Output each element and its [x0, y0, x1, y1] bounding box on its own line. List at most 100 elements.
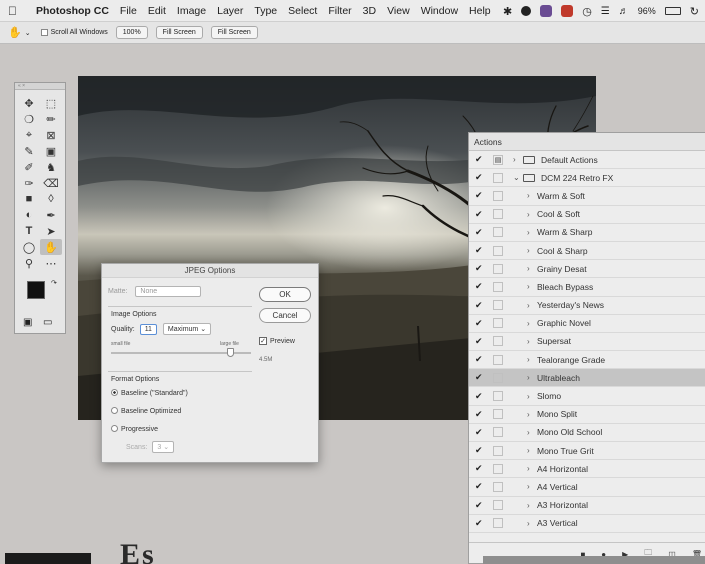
checkmark-icon[interactable]: ✔: [475, 245, 487, 256]
chevron-right-icon[interactable]: ›: [527, 373, 537, 382]
chevron-right-icon[interactable]: ›: [527, 482, 537, 491]
preview-checkbox-row[interactable]: ✓ Preview: [259, 337, 295, 345]
checkmark-icon[interactable]: ✔: [475, 209, 487, 220]
frame-tool-icon[interactable]: ⊠: [40, 127, 62, 143]
chevron-right-icon[interactable]: ›: [527, 464, 537, 473]
baseline-standard-radio[interactable]: Baseline ("Standard"): [111, 389, 188, 397]
action-row[interactable]: ✔ › Graphic Novel: [469, 315, 705, 333]
checkmark-icon[interactable]: ✔: [475, 409, 487, 420]
apple-icon[interactable]: : [8, 4, 22, 18]
path-select-tool-icon[interactable]: ➤: [40, 223, 62, 239]
action-row[interactable]: ✔ › Ultrableach: [469, 369, 705, 388]
actions-panel-title[interactable]: Actions: [469, 133, 705, 151]
crop-tool-icon[interactable]: ⌖: [18, 127, 40, 143]
action-row[interactable]: ✔ › Cool & Soft: [469, 206, 705, 224]
fit-screen-button[interactable]: Fill Screen: [155, 26, 203, 39]
action-row[interactable]: ✔ › Supersat: [469, 333, 705, 352]
dialog-toggle-box[interactable]: [493, 391, 503, 402]
marquee-tool-icon[interactable]: ⬚: [40, 95, 62, 111]
dialog-toggle-box[interactable]: [493, 500, 503, 511]
dialog-toggle-box[interactable]: [493, 354, 503, 365]
checkmark-icon[interactable]: ✔: [475, 500, 487, 511]
action-row[interactable]: ✔ › Grainy Desat: [469, 260, 705, 279]
checkmark-icon[interactable]: ✔: [475, 154, 487, 165]
checkmark-icon[interactable]: ✔: [475, 190, 487, 201]
scans-select[interactable]: 3 ⌄: [152, 441, 175, 453]
chevron-right-icon[interactable]: ›: [527, 428, 537, 437]
dialog-toggle-box[interactable]: [493, 427, 503, 438]
checkmark-icon[interactable]: ✔: [475, 227, 487, 238]
chevron-right-icon[interactable]: ›: [527, 210, 537, 219]
extension-icon[interactable]: ✱: [503, 5, 512, 18]
more-tools-icon[interactable]: ⋯: [40, 255, 62, 271]
pen-tool-icon[interactable]: ✒: [40, 207, 62, 223]
chevron-right-icon[interactable]: ›: [527, 410, 537, 419]
ok-button[interactable]: OK: [259, 287, 311, 302]
eyedropper-tool-icon[interactable]: ✎: [18, 143, 40, 159]
move-tool-icon[interactable]: ✥: [18, 95, 40, 111]
menu-file[interactable]: File: [120, 5, 137, 17]
checkmark-icon[interactable]: ✔: [475, 354, 487, 365]
wifi-icon[interactable]: ☰: [601, 6, 610, 17]
scroll-all-windows-checkbox[interactable]: Scroll All Windows: [40, 29, 108, 36]
screen-mode-icon[interactable]: ▭: [43, 317, 52, 328]
brush-tool-icon[interactable]: ✐: [18, 159, 40, 175]
dialog-toggle-box[interactable]: [493, 409, 503, 420]
dialog-toggle-box[interactable]: [493, 445, 503, 456]
zoom-100-button[interactable]: 100%: [115, 26, 148, 39]
dialog-toggle-box[interactable]: [493, 372, 503, 383]
time-machine-icon[interactable]: ◷: [582, 5, 592, 18]
checkmark-icon[interactable]: ✔: [475, 427, 487, 438]
menu-view[interactable]: View: [387, 5, 410, 17]
menu-3d[interactable]: 3D: [363, 5, 376, 17]
action-row[interactable]: ✔ › Mono Split: [469, 406, 705, 424]
dialog-toggle-box[interactable]: [493, 190, 503, 201]
dialog-toggle-box[interactable]: [493, 481, 503, 492]
mail-icon[interactable]: [540, 5, 553, 17]
chevron-right-icon[interactable]: ›: [527, 319, 537, 328]
quality-slider-thumb[interactable]: [227, 348, 234, 357]
action-row[interactable]: ✔ › Cool & Sharp: [469, 242, 705, 261]
chevron-down-icon[interactable]: ⌄: [513, 173, 523, 182]
baseline-optimized-radio[interactable]: Baseline Optimized: [111, 407, 181, 415]
dialog-toggle-box[interactable]: [493, 281, 503, 292]
record-icon[interactable]: [521, 6, 532, 16]
quick-select-tool-icon[interactable]: ✏: [40, 111, 62, 127]
chevron-right-icon[interactable]: ›: [527, 446, 537, 455]
menu-select[interactable]: Select: [288, 5, 317, 17]
checkmark-icon[interactable]: ✔: [475, 300, 487, 311]
checkmark-icon[interactable]: ✔: [475, 336, 487, 347]
dialog-toggle-box[interactable]: [493, 227, 503, 238]
chevron-right-icon[interactable]: ›: [527, 191, 537, 200]
dialog-toggle-box[interactable]: [493, 336, 503, 347]
dialog-toggle-box[interactable]: [493, 172, 503, 183]
dialog-toggle-box[interactable]: [493, 209, 503, 220]
tool-preset-chevron-icon[interactable]: ⌄: [25, 29, 31, 37]
action-row[interactable]: ✔ › Warm & Sharp: [469, 224, 705, 242]
dodge-tool-icon[interactable]: ◐: [18, 207, 40, 223]
menu-window[interactable]: Window: [421, 5, 458, 17]
action-row[interactable]: ✔ › A4 Vertical: [469, 478, 705, 497]
dialog-toggle-box[interactable]: [493, 318, 503, 329]
chevron-right-icon[interactable]: ›: [527, 355, 537, 364]
action-row[interactable]: ✔ › A3 Vertical: [469, 515, 705, 533]
checkmark-icon[interactable]: ✔: [475, 281, 487, 292]
menu-help[interactable]: Help: [469, 5, 491, 17]
dialog-toggle-box[interactable]: [493, 245, 503, 256]
action-row[interactable]: ✔ › Slomo: [469, 387, 705, 406]
battery-icon[interactable]: [664, 7, 681, 15]
action-row[interactable]: ✔ › Warm & Soft: [469, 187, 705, 206]
dialog-toggle-box[interactable]: ▤: [493, 154, 503, 165]
stamp-tool-icon[interactable]: ♞: [40, 159, 62, 175]
hand-tool-selected-icon[interactable]: ✋: [40, 239, 62, 255]
zoom-tool-icon[interactable]: ⚲: [18, 255, 40, 271]
history-brush-tool-icon[interactable]: ✑: [18, 175, 40, 191]
gradient-tool-icon[interactable]: ■: [18, 191, 40, 207]
quality-preset-select[interactable]: Maximum ⌄: [162, 323, 212, 335]
action-row[interactable]: ✔ › Yesterday's News: [469, 297, 705, 315]
fill-screen-button[interactable]: Fill Screen: [210, 26, 258, 39]
quick-mask-icon[interactable]: ▣: [23, 317, 32, 328]
type-tool-icon[interactable]: T: [18, 223, 40, 239]
chevron-right-icon[interactable]: ›: [513, 155, 523, 164]
red-app-icon[interactable]: [561, 5, 574, 17]
